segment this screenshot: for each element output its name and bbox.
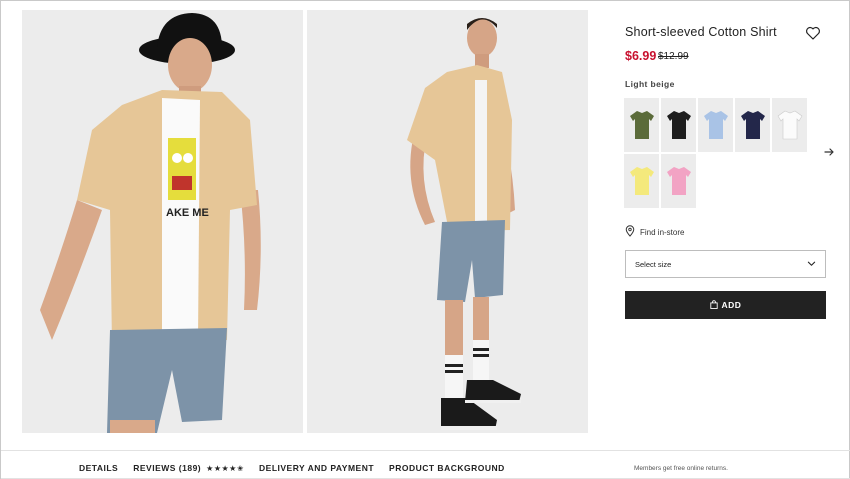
price-original: $12.99 <box>658 51 689 62</box>
arrow-right-icon[interactable] <box>822 145 836 159</box>
tab-reviews[interactable]: REVIEWS (189) ★★★★✬ <box>133 463 244 473</box>
product-image-full[interactable] <box>307 10 588 433</box>
price-current: $6.99 <box>625 49 657 63</box>
svg-text:AKE ME: AKE ME <box>166 207 209 219</box>
add-button-label: ADD <box>721 300 742 310</box>
size-select-placeholder: Select size <box>635 259 672 269</box>
color-swatch-navy[interactable] <box>735 98 770 152</box>
model-full-illustration <box>307 10 588 433</box>
section-divider <box>1 450 850 451</box>
add-to-bag-button[interactable]: ADD <box>625 291 826 319</box>
shirt-icon <box>666 111 691 139</box>
shirt-icon <box>777 110 802 140</box>
shirt-icon <box>666 167 691 195</box>
color-swatch-grid <box>624 98 814 208</box>
product-title: Short-sleeved Cotton Shirt <box>625 25 777 39</box>
tab-product-background[interactable]: PRODUCT BACKGROUND <box>389 463 505 473</box>
shirt-icon <box>629 167 654 195</box>
size-select-dropdown[interactable]: Select size <box>625 250 826 278</box>
selected-color-name: Light beige <box>625 79 675 89</box>
product-page: AKE ME Short-sleeved Cotton Shirt $6.99 … <box>0 0 850 479</box>
color-swatch-pink[interactable] <box>661 154 696 208</box>
color-swatch-white[interactable] <box>772 98 807 152</box>
tab-details[interactable]: DETAILS <box>79 463 118 473</box>
find-in-store-link[interactable]: Find in-store <box>625 225 684 239</box>
tab-delivery-payment[interactable]: DELIVERY AND PAYMENT <box>259 463 374 473</box>
shirt-icon <box>629 111 654 139</box>
shopping-bag-icon <box>709 299 718 311</box>
find-in-store-label: Find in-store <box>640 227 685 237</box>
reviews-label: REVIEWS (189) <box>133 463 202 473</box>
color-swatch-yellow[interactable] <box>624 154 659 208</box>
model-front-illustration: AKE ME <box>22 10 303 433</box>
rating-stars-icon: ★★★★✬ <box>206 463 245 473</box>
members-returns-note: Members get free online returns. <box>634 465 728 472</box>
shirt-icon <box>703 111 728 139</box>
product-image-front[interactable]: AKE ME <box>22 10 303 433</box>
color-swatch-black[interactable] <box>661 98 696 152</box>
color-swatch-light-blue[interactable] <box>698 98 733 152</box>
product-info-tabs: DETAILS REVIEWS (189) ★★★★✬ DELIVERY AND… <box>79 463 505 473</box>
location-pin-icon <box>625 225 635 239</box>
shirt-icon <box>740 111 765 139</box>
color-swatch-olive[interactable] <box>624 98 659 152</box>
heart-outline-icon[interactable] <box>804 24 822 42</box>
chevron-down-icon <box>807 259 816 270</box>
